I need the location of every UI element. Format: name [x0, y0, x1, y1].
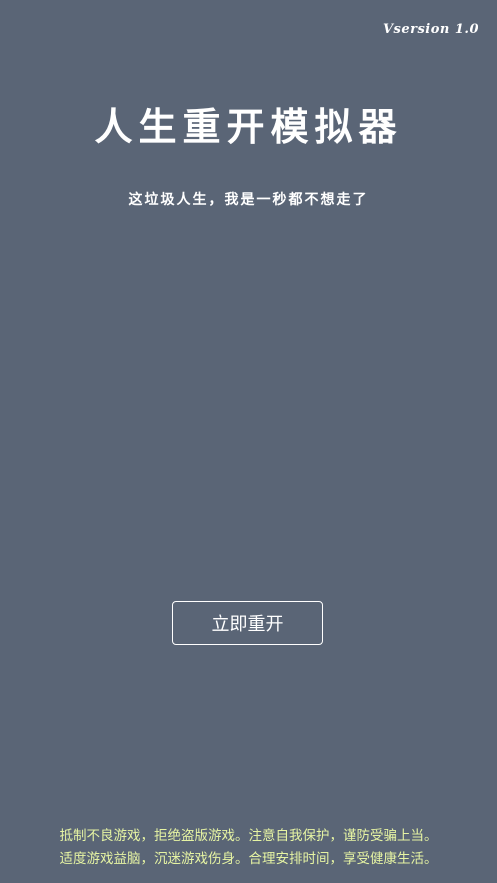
health-notice-line-2: 适度游戏益脑，沉迷游戏伤身。合理安排时间，享受健康生活。 [59, 851, 438, 867]
page-subtitle: 这垃圾人生，我是一秒都不想走了 [128, 192, 369, 208]
health-notice-line-1: 抵制不良游戏，拒绝盗版游戏。注意自我保护，谨防受骗上当。 [59, 828, 438, 844]
restart-button[interactable]: 立即重开 [172, 601, 323, 645]
page-title: 人生重开模拟器 [94, 104, 403, 149]
version-label: Vsersion 1.0 [382, 22, 479, 37]
